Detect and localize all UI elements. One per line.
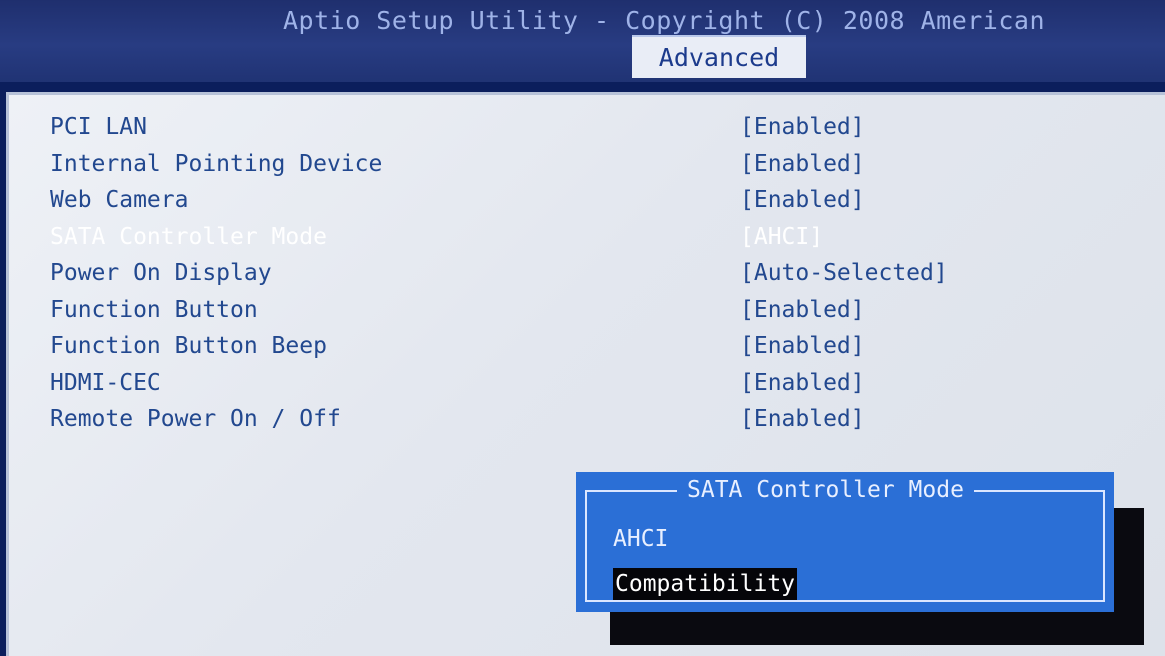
popup-title: SATA Controller Mode bbox=[677, 477, 974, 503]
sata-mode-popup: SATA Controller Mode AHCI Compatibility bbox=[576, 472, 1114, 612]
setting-function-button-beep[interactable]: Function Button Beep [Enabled] bbox=[50, 333, 1050, 370]
setting-value[interactable]: [Enabled] bbox=[740, 114, 865, 140]
tab-advanced[interactable]: Advanced bbox=[632, 35, 806, 78]
setting-sata-controller-mode[interactable]: SATA Controller Mode [AHCI] bbox=[50, 224, 1050, 261]
setting-label: Power On Display bbox=[50, 260, 272, 286]
setting-value[interactable]: [Enabled] bbox=[740, 406, 865, 432]
setting-power-on-display[interactable]: Power On Display [Auto-Selected] bbox=[50, 260, 1050, 297]
popup-frame: SATA Controller Mode AHCI Compatibility bbox=[585, 477, 1105, 602]
title-bar: Aptio Setup Utility - Copyright (C) 2008… bbox=[0, 0, 1165, 82]
settings-list: PCI LAN [Enabled] Internal Pointing Devi… bbox=[50, 114, 1050, 443]
setting-value[interactable]: [AHCI] bbox=[740, 224, 823, 250]
setting-label: Remote Power On / Off bbox=[50, 406, 341, 432]
setting-hdmi-cec[interactable]: HDMI-CEC [Enabled] bbox=[50, 370, 1050, 407]
setting-label: Web Camera bbox=[50, 187, 189, 213]
setting-value[interactable]: [Enabled] bbox=[740, 151, 865, 177]
setting-function-button[interactable]: Function Button [Enabled] bbox=[50, 297, 1050, 334]
setting-label: Function Button bbox=[50, 296, 258, 323]
setting-web-camera[interactable]: Web Camera [Enabled] bbox=[50, 187, 1050, 224]
setting-remote-power[interactable]: Remote Power On / Off [Enabled] bbox=[50, 406, 1050, 443]
setting-pci-lan[interactable]: PCI LAN [Enabled] bbox=[50, 114, 1050, 151]
bios-screen: Aptio Setup Utility - Copyright (C) 2008… bbox=[0, 0, 1165, 656]
setting-value[interactable]: [Enabled] bbox=[740, 297, 865, 323]
option-ahci[interactable]: AHCI bbox=[613, 526, 668, 552]
setting-label: HDMI-CEC bbox=[50, 369, 161, 396]
app-title: Aptio Setup Utility - Copyright (C) 2008… bbox=[283, 6, 1046, 35]
setting-internal-pointing-device[interactable]: Internal Pointing Device [Enabled] bbox=[50, 151, 1050, 188]
setting-label: PCI LAN bbox=[50, 114, 147, 140]
setting-value[interactable]: [Auto-Selected] bbox=[740, 260, 948, 286]
setting-value[interactable]: [Enabled] bbox=[740, 333, 865, 359]
setting-value[interactable]: [Enabled] bbox=[740, 187, 865, 213]
option-compatibility[interactable]: Compatibility bbox=[613, 568, 798, 600]
setting-value[interactable]: [Enabled] bbox=[740, 370, 865, 396]
setting-label: Internal Pointing Device bbox=[50, 150, 383, 177]
setting-label: SATA Controller Mode bbox=[50, 223, 327, 250]
setting-label: Function Button Beep bbox=[50, 333, 327, 359]
